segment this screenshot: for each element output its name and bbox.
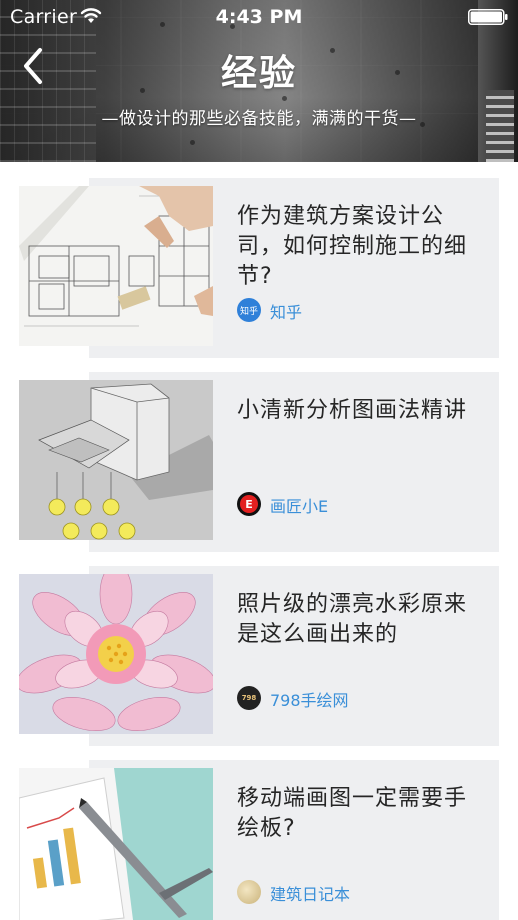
avatar-label: E — [240, 495, 258, 513]
jianzhu-riji-logo-icon — [237, 880, 261, 904]
avatar-label: 知乎 — [239, 306, 258, 317]
article-source[interactable]: 建筑日记本 — [237, 880, 477, 904]
article-item-3[interactable]: 照片级的漂亮水彩原来是这么画出来的 798 798手绘网 — [0, 566, 518, 746]
avatar-label: 798 — [241, 694, 257, 702]
article-thumbnail — [19, 574, 213, 734]
article-title[interactable]: 小清新分析图画法精讲 — [237, 396, 467, 426]
header-banner: Carrier 4:43 PM 经验 —做设计的那些必备技能，满满的干货— — [0, 0, 518, 162]
article-source[interactable]: E 画匠小E — [237, 492, 477, 516]
watercolor-lotus-image — [19, 574, 213, 734]
article-item-2[interactable]: 小清新分析图画法精讲 E 画匠小E — [0, 372, 518, 552]
article-thumbnail — [19, 768, 213, 920]
building-analysis-diagram-image — [19, 380, 213, 540]
page-subtitle: —做设计的那些必备技能，满满的干货— — [101, 109, 417, 129]
article-item-1[interactable]: 作为建筑方案设计公司，如何控制施工的细节? 知乎 知乎 — [0, 178, 518, 358]
article-title[interactable]: 照片级的漂亮水彩原来是这么画出来的 — [237, 590, 467, 650]
article-title[interactable]: 移动端画图一定需要手绘板? — [237, 784, 467, 844]
battery-icon — [468, 9, 508, 25]
798-logo-icon: 798 — [237, 686, 261, 710]
source-name[interactable]: 画匠小E — [270, 493, 328, 517]
source-name[interactable]: 知乎 — [270, 299, 302, 323]
article-thumbnail — [19, 186, 213, 346]
article-title[interactable]: 作为建筑方案设计公司，如何控制施工的细节? — [237, 202, 467, 292]
source-name[interactable]: 798手绘网 — [270, 687, 349, 711]
article-item-4[interactable]: 移动端画图一定需要手绘板? 建筑日记本 — [0, 760, 518, 920]
status-bar: Carrier 4:43 PM — [0, 0, 518, 34]
architectural-blueprint-image — [19, 186, 213, 346]
page-title: 经验 — [220, 53, 297, 94]
huajiang-logo-icon: E — [237, 492, 261, 516]
clock-time: 4:43 PM — [215, 6, 303, 28]
article-source[interactable]: 798 798手绘网 — [237, 686, 477, 710]
article-source[interactable]: 知乎 知乎 — [237, 298, 477, 322]
source-name[interactable]: 建筑日记本 — [270, 881, 350, 905]
article-thumbnail — [19, 380, 213, 540]
zhihu-logo-icon: 知乎 — [237, 298, 261, 322]
tablet-stylus-image — [19, 768, 213, 920]
